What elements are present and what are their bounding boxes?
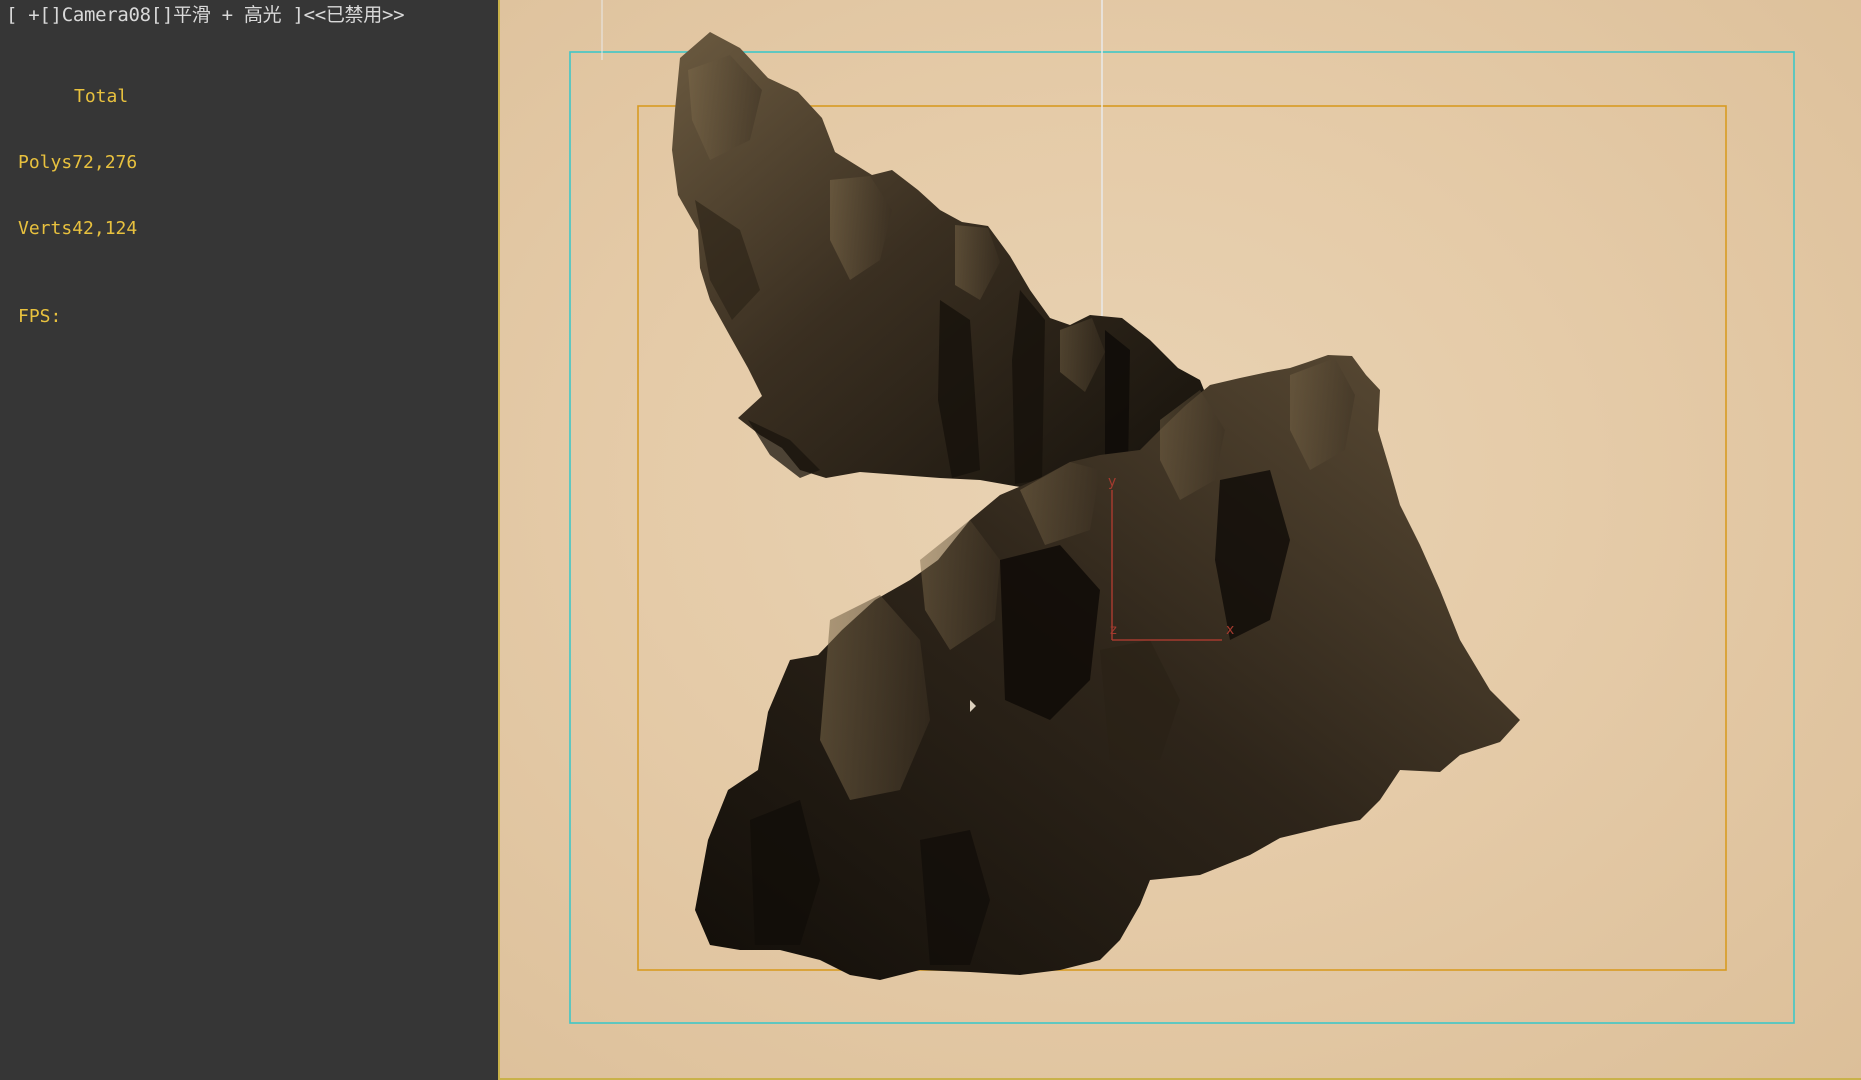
stats-verts-value: 42,124: [72, 218, 138, 239]
gizmo-label-z: z: [1110, 623, 1117, 638]
stats-total-label: Total: [74, 86, 129, 107]
gizmo-label-y: y: [1108, 474, 1116, 490]
viewport-label-menu[interactable]: [ +[]Camera08[]平滑 + 高光 ]<<已禁用>>: [6, 0, 405, 27]
stats-polys-value: 72,276: [72, 152, 138, 173]
rock-mesh-upper: [672, 32, 1212, 490]
stats-panel: [ +[]Camera08[]平滑 + 高光 ]<<已禁用>> Total Po…: [0, 0, 498, 1080]
stats-verts-row: Verts42,124: [18, 218, 137, 240]
stats-polys-label: Polys: [18, 152, 73, 173]
stats-verts-label: Verts: [18, 218, 73, 239]
statistics-overlay: Total Polys72,276 Verts42,124 FPS:: [18, 42, 137, 372]
camera-viewport[interactable]: x y z: [498, 0, 1861, 1080]
stats-fps-label: FPS:: [18, 306, 62, 327]
gizmo-label-x: x: [1226, 622, 1234, 638]
stats-polys-row: Polys72,276: [18, 152, 137, 174]
viewport-scene: x y z: [569, 0, 1795, 1024]
